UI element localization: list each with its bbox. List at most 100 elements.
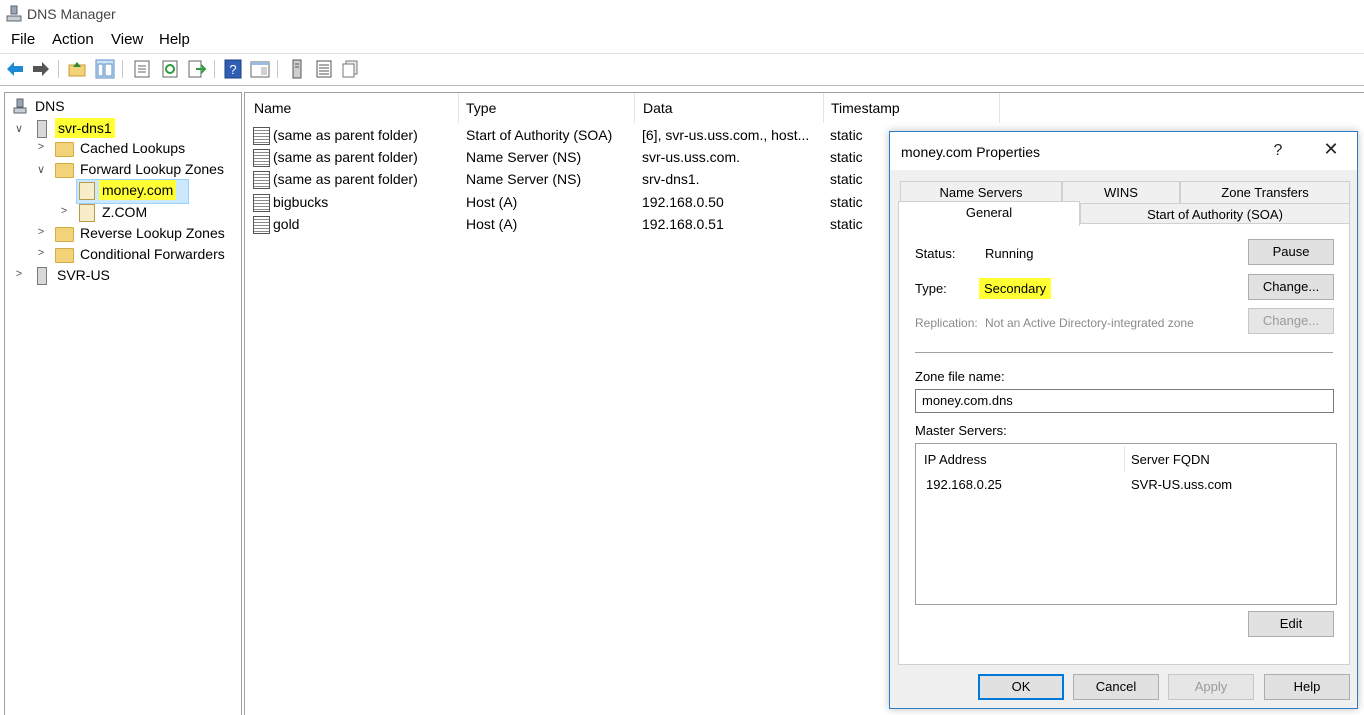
replication-value: Not an Active Directory-integrated zone <box>985 316 1194 330</box>
chevron-right-icon[interactable]: > <box>58 205 70 217</box>
help-icon[interactable]: ? <box>1266 142 1290 160</box>
tree-item-money-com[interactable]: money.com <box>99 180 177 200</box>
svg-text:?: ? <box>229 62 236 77</box>
record-name[interactable]: bigbucks <box>273 194 328 210</box>
apply-button[interactable]: Apply <box>1168 674 1254 700</box>
record-data: 192.168.0.50 <box>642 194 724 210</box>
properties-sheet-icon[interactable] <box>132 59 152 79</box>
toolbar: ? <box>0 53 1364 86</box>
toolbar-separator <box>122 60 123 78</box>
record-icon <box>253 127 270 145</box>
master-ip[interactable]: 192.168.0.25 <box>926 477 1002 492</box>
edit-button[interactable]: Edit <box>1248 611 1334 637</box>
record-data: 192.168.0.51 <box>642 216 724 232</box>
menu-action[interactable]: Action <box>52 31 94 48</box>
master-servers-label: Master Servers: <box>915 423 1007 438</box>
help-book-icon[interactable]: ? <box>223 59 243 79</box>
chevron-down-icon[interactable]: ∨ <box>13 122 25 135</box>
column-header-timestamp[interactable]: Timestamp <box>822 93 1000 123</box>
server-icon[interactable] <box>287 59 307 79</box>
separator-line <box>915 352 1333 354</box>
window-title: DNS Manager <box>27 6 116 22</box>
folder-icon <box>55 142 74 157</box>
export-list-icon[interactable] <box>187 59 207 79</box>
change-replication-button[interactable]: Change... <box>1248 308 1334 334</box>
record-icon <box>253 171 270 189</box>
tree-item-forward-lookup-zones[interactable]: Forward Lookup Zones <box>80 159 224 179</box>
help-button[interactable]: Help <box>1264 674 1350 700</box>
record-name[interactable]: (same as parent folder) <box>273 127 418 143</box>
tree-item-dns-root[interactable]: DNS <box>35 96 65 116</box>
folder-icon <box>55 227 74 242</box>
record-type: Name Server (NS) <box>466 171 582 187</box>
menu-file[interactable]: File <box>11 31 35 48</box>
copy-records-icon[interactable] <box>340 59 360 79</box>
up-folder-icon[interactable] <box>67 59 87 79</box>
record-timestamp: static <box>830 171 863 187</box>
close-icon[interactable]: ✕ <box>1319 139 1343 160</box>
chevron-down-icon[interactable]: ∨ <box>35 163 47 176</box>
zone-file-label: Zone file name: <box>915 369 1005 384</box>
menu-bar: File Action View Help <box>0 28 1364 52</box>
zone-file-input[interactable] <box>915 389 1334 413</box>
ok-button[interactable]: OK <box>978 674 1064 700</box>
column-header-name[interactable]: Name <box>245 93 459 123</box>
record-list-icon[interactable] <box>314 59 334 79</box>
server-icon <box>37 120 47 138</box>
zone-icon <box>79 204 95 222</box>
chevron-right-icon[interactable]: > <box>35 226 47 238</box>
record-type: Name Server (NS) <box>466 149 582 165</box>
toolbar-separator <box>277 60 278 78</box>
cancel-button[interactable]: Cancel <box>1073 674 1159 700</box>
folder-icon <box>55 248 74 263</box>
tab-general[interactable]: General <box>898 201 1080 226</box>
column-header-data[interactable]: Data <box>634 93 824 123</box>
chevron-right-icon[interactable]: > <box>13 268 25 280</box>
chevron-right-icon[interactable]: > <box>35 141 47 153</box>
master-servers-list: IP Address Server FQDN 192.168.0.25 SVR-… <box>915 443 1337 605</box>
record-name[interactable]: (same as parent folder) <box>273 171 418 187</box>
chevron-right-icon[interactable]: > <box>35 247 47 259</box>
menu-view[interactable]: View <box>111 31 143 48</box>
tree-item-svr-dns1[interactable]: svr-dns1 <box>55 118 115 138</box>
record-timestamp: static <box>830 127 863 143</box>
menu-help[interactable]: Help <box>159 31 190 48</box>
forward-arrow-icon[interactable] <box>31 59 51 79</box>
toolbar-separator <box>214 60 215 78</box>
dialog-titlebar: money.com Properties ? ✕ <box>890 132 1357 170</box>
column-header-type[interactable]: Type <box>457 93 635 123</box>
tree-item-conditional-forwarders[interactable]: Conditional Forwarders <box>80 244 225 264</box>
change-type-button[interactable]: Change... <box>1248 274 1334 300</box>
record-icon <box>253 149 270 167</box>
tree-item-cached-lookups[interactable]: Cached Lookups <box>80 138 185 158</box>
record-timestamp: static <box>830 216 863 232</box>
console-tree: DNS ∨ svr-dns1 > Cached Lookups ∨ Forwar… <box>4 92 242 715</box>
master-fqdn: SVR-US.uss.com <box>1131 477 1233 492</box>
refresh-icon[interactable] <box>160 59 180 79</box>
back-arrow-icon[interactable] <box>5 59 25 79</box>
tree-item-svr-us[interactable]: SVR-US <box>57 265 110 285</box>
record-type: Start of Authority (SOA) <box>466 127 613 143</box>
record-name[interactable]: gold <box>273 216 299 232</box>
tree-item-reverse-lookup-zones[interactable]: Reverse Lookup Zones <box>80 223 225 243</box>
zone-icon <box>79 182 95 200</box>
record-type: Host (A) <box>466 194 518 210</box>
status-label: Status: <box>915 246 956 261</box>
pause-button[interactable]: Pause <box>1248 239 1334 265</box>
type-label: Type: <box>915 281 947 296</box>
type-value: Secondary <box>979 278 1052 299</box>
show-hide-console-tree-icon[interactable] <box>95 59 115 79</box>
server-icon <box>37 267 47 285</box>
record-icon <box>253 216 270 234</box>
action-pane-icon[interactable] <box>250 59 270 79</box>
column-header-ip-address[interactable]: IP Address <box>924 452 987 467</box>
record-data: srv-dns1. <box>642 171 700 187</box>
tree-item-z-com[interactable]: Z.COM <box>102 202 147 222</box>
toolbar-separator <box>58 60 59 78</box>
record-icon <box>253 194 270 212</box>
column-header-server-fqdn[interactable]: Server FQDN <box>1131 452 1210 467</box>
dns-app-icon <box>6 5 22 22</box>
record-type: Host (A) <box>466 216 518 232</box>
tab-zone-transfers[interactable]: Zone Transfers <box>1180 181 1350 205</box>
record-name[interactable]: (same as parent folder) <box>273 149 418 165</box>
